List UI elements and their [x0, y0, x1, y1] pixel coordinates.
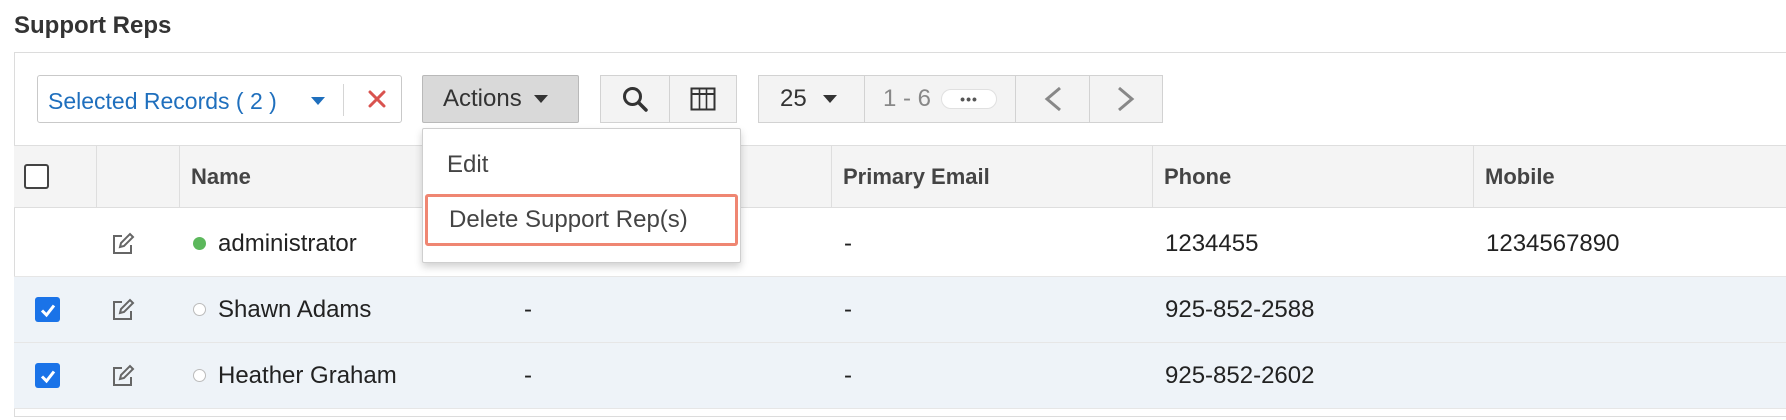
edit-icon [113, 364, 135, 386]
rep-name: Heather Graham [218, 361, 397, 389]
search-button[interactable] [600, 75, 670, 123]
column-header-phone[interactable]: Phone [1153, 146, 1474, 207]
phone-cell: 925-852-2588 [1165, 295, 1315, 323]
chevron-down-icon [311, 97, 325, 105]
name-cell[interactable]: administrator [193, 211, 357, 276]
offline-status-icon [193, 369, 206, 382]
email-cell: - [844, 229, 852, 257]
column-header-label: Name [191, 163, 251, 189]
page-size-dropdown[interactable]: 25 [758, 75, 865, 123]
selected-records-dropdown[interactable]: Selected Records ( 2 ) [37, 75, 402, 123]
secondary-cell: - [524, 295, 532, 323]
clear-selection-button[interactable] [353, 76, 401, 122]
previous-page-button[interactable] [1015, 75, 1090, 123]
checkmark-icon [40, 304, 55, 317]
table-row[interactable]: Heather Graham - - 925-852-2602 [14, 343, 1786, 409]
actions-label: Actions [443, 85, 522, 112]
column-header-primary-email[interactable]: Primary Email [832, 146, 1153, 207]
page-title: Support Reps [14, 12, 172, 39]
edit-column-header [97, 146, 180, 207]
email-cell: - [844, 361, 852, 389]
divider [343, 84, 344, 116]
mobile-cell: 1234567890 [1486, 229, 1620, 257]
mobile-cell [1474, 277, 1486, 342]
column-header-mobile[interactable]: Mobile [1474, 146, 1786, 207]
columns-button[interactable] [669, 75, 737, 123]
page-range: 1 - 6 ••• [864, 75, 1016, 123]
online-status-icon [193, 237, 206, 250]
chevron-left-icon [1044, 86, 1061, 112]
row-checkbox[interactable] [35, 297, 60, 322]
edit-row-button[interactable] [110, 211, 136, 276]
edit-icon [113, 232, 135, 254]
close-icon [368, 90, 386, 108]
phone-cell: 925-852-2602 [1165, 361, 1315, 389]
page-jump-button[interactable]: ••• [941, 89, 998, 109]
phone-cell: 1234455 [1165, 229, 1259, 257]
caret-down-icon [822, 95, 837, 103]
select-all-checkbox[interactable] [24, 164, 49, 189]
menu-item-edit[interactable]: Edit [423, 139, 740, 191]
offline-status-icon [193, 303, 206, 316]
actions-button[interactable]: Actions [422, 75, 579, 123]
name-cell[interactable]: Heather Graham [193, 343, 397, 408]
edit-row-button[interactable] [110, 343, 136, 408]
caret-down-icon [533, 95, 548, 103]
rep-name: administrator [218, 229, 357, 257]
edit-row-button[interactable] [110, 277, 136, 342]
row-select-cell [35, 277, 60, 342]
page-range-label: 1 - 6 [883, 85, 932, 112]
menu-item-delete-support-reps[interactable]: Delete Support Rep(s) [425, 194, 738, 246]
row-checkbox[interactable] [35, 363, 60, 388]
actions-menu: Edit Delete Support Rep(s) [422, 128, 741, 263]
columns-icon [690, 87, 716, 111]
search-icon [623, 87, 648, 112]
checkmark-icon [40, 370, 55, 383]
selected-records-label: Selected Records ( 2 ) [48, 88, 277, 114]
table-header: Name Primary Email Phone Mobile [14, 145, 1786, 208]
email-cell: - [844, 295, 852, 323]
secondary-cell: - [524, 361, 532, 389]
column-header-label: Mobile [1485, 163, 1555, 189]
row-select-cell [35, 343, 60, 408]
table-row[interactable]: Shawn Adams - - 925-852-2588 [14, 277, 1786, 343]
mobile-cell [1474, 343, 1486, 408]
page-size-value: 25 [780, 85, 807, 112]
name-cell[interactable]: Shawn Adams [193, 277, 371, 342]
rep-name: Shawn Adams [218, 295, 372, 323]
table-row[interactable]: administrator - 1234455 1234567890 [14, 211, 1786, 277]
column-header-label: Primary Email [843, 163, 990, 189]
select-all-cell [14, 146, 97, 207]
edit-icon [113, 298, 135, 320]
next-page-button[interactable] [1089, 75, 1163, 123]
column-header-label: Phone [1164, 163, 1232, 189]
chevron-right-icon [1118, 86, 1135, 112]
